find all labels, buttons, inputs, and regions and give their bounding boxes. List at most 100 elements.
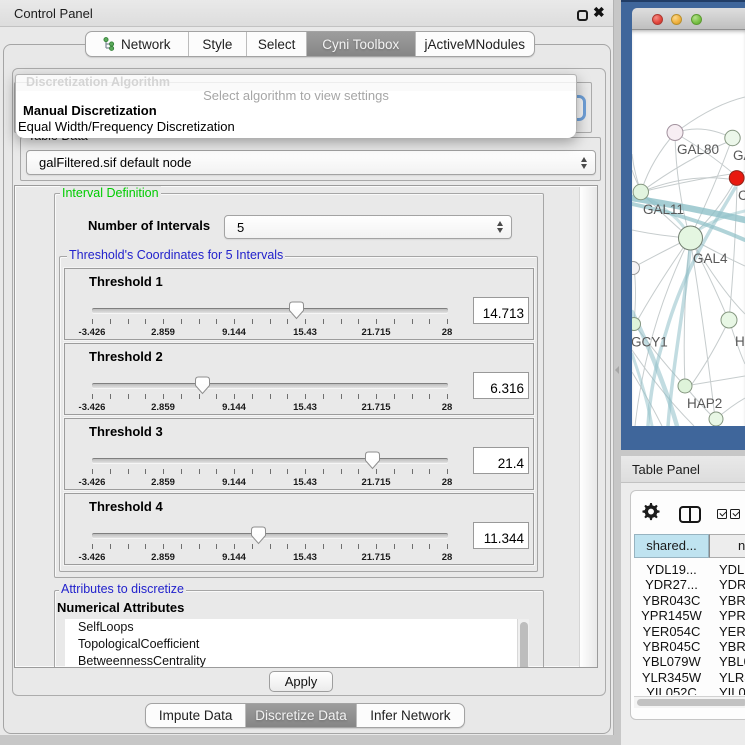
mac-close-icon[interactable] (652, 14, 663, 25)
graph-node-node-bottom[interactable] (709, 412, 723, 426)
graph-node-label: H (735, 334, 745, 349)
table-panel-window: Table Panel shared... name YDL19...YDL19… (621, 456, 745, 745)
slider-thumb[interactable] (364, 451, 381, 470)
slider-tick (252, 319, 253, 324)
mac-minimize-icon[interactable] (671, 14, 682, 25)
graph-node-node-top-right[interactable] (725, 130, 740, 145)
graph-node-selected-node[interactable] (729, 171, 744, 186)
graph-edge[interactable] (692, 320, 729, 384)
table-row[interactable]: YPR145WYPR145W (634, 608, 745, 623)
table-row[interactable]: YBR045CYBR045C (634, 639, 745, 654)
slider-track[interactable] (92, 533, 448, 538)
table-row[interactable]: YBL079WYBL079W (634, 654, 745, 669)
slider-track[interactable] (92, 458, 448, 463)
slider-tick (341, 469, 342, 474)
tab-discretize-data[interactable]: Discretize Data (246, 704, 356, 727)
tab-network[interactable]: Network (86, 32, 189, 56)
table-row[interactable]: YIL052CYIL052C (634, 685, 745, 695)
slider-tick-label: 2.859 (151, 477, 175, 488)
popup-option-manual-discretization[interactable]: Manual Discretization (23, 103, 157, 118)
tab-style[interactable]: Style (189, 32, 248, 56)
graph-edge[interactable] (729, 186, 737, 320)
tab-style-label: Style (202, 37, 232, 52)
slider-track[interactable] (92, 383, 448, 388)
slider-thumb[interactable] (194, 376, 211, 395)
number-of-intervals-spinner[interactable]: 5 (224, 215, 512, 239)
graph-node-GAL4[interactable] (679, 226, 703, 250)
graph-node-GAL80[interactable] (667, 125, 683, 141)
graph-node-node-left-edge[interactable] (632, 262, 640, 275)
graph-edge[interactable] (641, 178, 735, 192)
graph-node-GCY1[interactable] (632, 318, 641, 331)
slider-tick (429, 394, 430, 399)
slider-tick (145, 394, 146, 399)
table-hscrollbar[interactable] (634, 696, 745, 708)
table-cell-shared-name: YDR27... (634, 577, 709, 592)
threshold-value-field[interactable] (473, 447, 529, 474)
gear-icon[interactable] (642, 503, 660, 521)
attribute-list-item[interactable]: BetweennessCentrality (65, 653, 517, 668)
close-icon[interactable]: ✖ (593, 4, 605, 21)
graph-node-HAP2[interactable] (678, 379, 692, 393)
checkbox-icon[interactable] (730, 509, 740, 519)
table-row[interactable]: YER054CYER054C (634, 624, 745, 639)
control-panel-tabs: Network Style Select Cyni Toolbox jActiv… (85, 31, 535, 57)
network-view-window: GAL80GACGAL11GAL4GCY1HHAP2 (621, 0, 745, 450)
popup-option-equal-width[interactable]: Equal Width/Frequency Discretization (18, 119, 235, 134)
numerical-attributes-list[interactable]: SelfLoopsTopologicalCoefficientBetweenne… (65, 619, 517, 668)
table-row[interactable]: YDL19...YDL19... (634, 562, 745, 577)
attributes-list-scrollbar[interactable] (517, 619, 529, 668)
threshold-value-field[interactable] (473, 372, 529, 399)
threshold-slider[interactable] (92, 372, 448, 412)
slider-thumb[interactable] (288, 301, 305, 320)
table-row[interactable]: YLR345WYLR345W (634, 670, 745, 685)
slider-tick-label: 15.43 (293, 402, 317, 413)
graph-node-node-right-H[interactable] (721, 312, 737, 328)
table-panel-title: Table Panel (632, 462, 700, 477)
graph-node-GAL11[interactable] (633, 184, 648, 199)
table-cell-shared-name: YBR045C (634, 639, 709, 654)
slider-tick-label: 28 (442, 327, 453, 338)
threshold-value-field[interactable] (473, 297, 529, 324)
slider-tick (128, 469, 129, 474)
control-panel-titlebar: Control Panel ✖ (0, 0, 613, 27)
table-row[interactable]: YBR043CYBR043C (634, 593, 745, 608)
threshold-slider[interactable] (92, 447, 448, 487)
slider-thumb[interactable] (250, 526, 267, 545)
tab-cyni-toolbox[interactable]: Cyni Toolbox (307, 32, 416, 56)
slider-tick (323, 469, 324, 474)
attributes-list-scrollbar-thumb[interactable] (520, 622, 528, 668)
graph-edge[interactable] (675, 97, 745, 133)
graph-edge[interactable] (642, 133, 675, 189)
split-divider-collapse-icon[interactable] (615, 366, 619, 374)
checkbox-icon[interactable] (717, 509, 727, 519)
popup-placeholder-item[interactable]: Select algorithm to view settings (16, 88, 576, 103)
mac-zoom-icon[interactable] (691, 14, 702, 25)
slider-tick (181, 544, 182, 549)
tab-infer-network[interactable]: Infer Network (357, 704, 464, 727)
tab-jactivemnodules[interactable]: jActiveMNodules (416, 32, 534, 56)
attribute-list-item[interactable]: TopologicalCoefficient (65, 636, 517, 653)
network-canvas[interactable]: GAL80GACGAL11GAL4GCY1HHAP2 (632, 30, 745, 426)
table-cell-name: YIL052C (709, 685, 745, 695)
slider-tick (305, 319, 306, 324)
slider-tick (412, 469, 413, 474)
float-window-icon[interactable] (577, 10, 588, 21)
graph-edge[interactable] (675, 129, 732, 138)
threshold-slider[interactable] (92, 522, 448, 562)
tab-impute-data[interactable]: Impute Data (146, 704, 246, 727)
column-header-shared-name[interactable]: shared... (634, 534, 709, 558)
threshold-value-field[interactable] (473, 522, 529, 549)
table-hscrollbar-thumb[interactable] (637, 699, 745, 706)
tab-select[interactable]: Select (247, 32, 307, 56)
threshold-slider[interactable] (92, 297, 448, 337)
settings-scrollbar-track[interactable] (579, 187, 598, 668)
attribute-list-item[interactable]: SelfLoops (65, 619, 517, 636)
column-header-name[interactable]: name (709, 534, 745, 558)
apply-button[interactable]: Apply (269, 671, 333, 692)
columns-icon[interactable] (679, 506, 701, 523)
slider-tick-label: 15.43 (293, 477, 317, 488)
table-data-combobox[interactable]: galFiltered.sif default node (26, 150, 596, 175)
table-row[interactable]: YDR27...YDR27... (634, 577, 745, 592)
slider-track[interactable] (92, 308, 448, 313)
